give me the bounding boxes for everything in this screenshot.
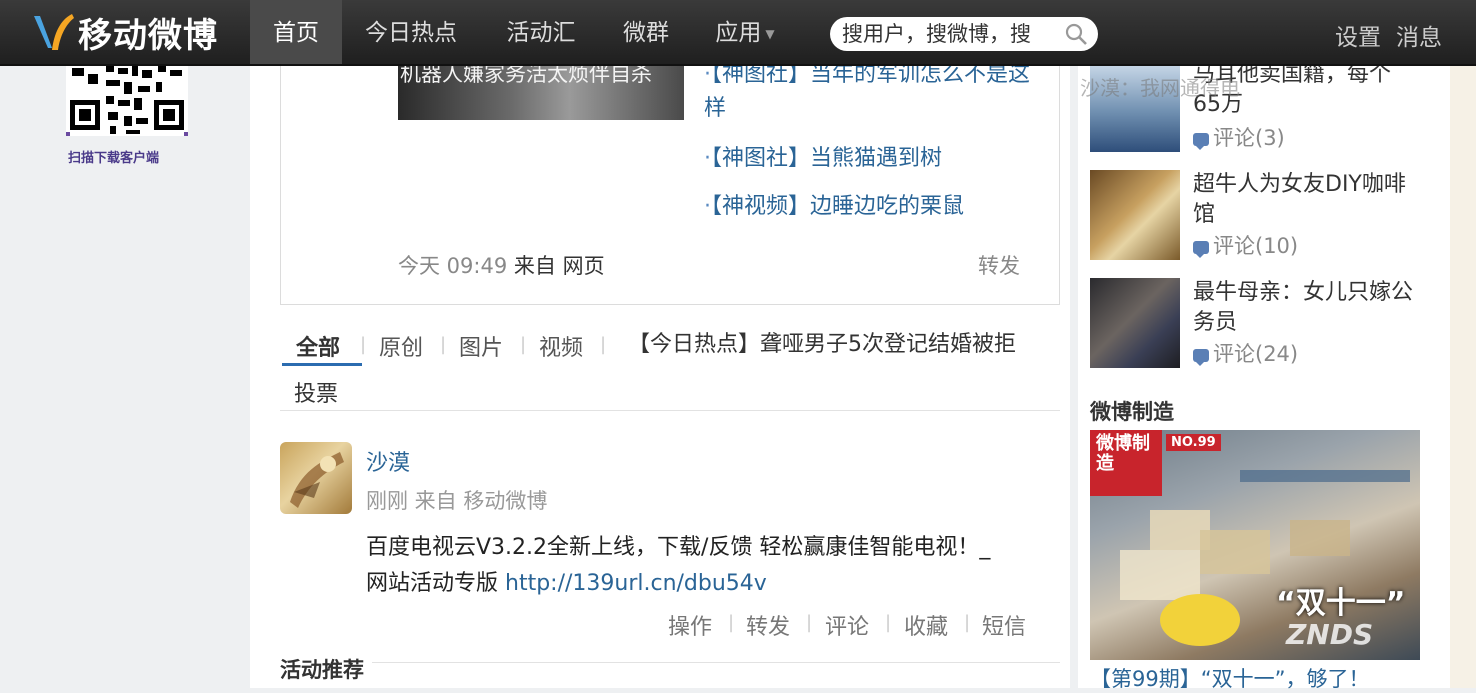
chevron-down-icon: ▼: [765, 26, 775, 41]
news-comments-count: 评论(10): [1213, 234, 1299, 258]
tab-original[interactable]: 原创: [379, 330, 423, 362]
news-comments-count: 评论(24): [1213, 342, 1299, 366]
tab-divider: |: [360, 334, 367, 355]
page-edge: [1450, 64, 1476, 688]
qr-code-icon: [66, 60, 188, 136]
divider: [280, 662, 1060, 663]
featured-link-text: 【神视频】边睡边吃的栗鼠: [711, 194, 965, 219]
avatar-image-icon: [290, 452, 344, 508]
tab-images[interactable]: 图片: [459, 330, 503, 362]
tab-all[interactable]: 全部: [296, 330, 340, 362]
news-title[interactable]: 超牛人为女友DIY咖啡馆: [1193, 170, 1413, 230]
action-divider: |: [728, 612, 735, 633]
nav-activities[interactable]: 活动汇: [480, 0, 602, 64]
tab-divider: |: [520, 334, 527, 355]
tab-divider: |: [600, 334, 607, 355]
post-action-forward[interactable]: 转发: [746, 609, 790, 641]
nav-today-hot[interactable]: 今日热点: [342, 0, 480, 64]
news-comments-count: 评论(3): [1213, 126, 1285, 150]
section-title-activities: 活动推荐: [280, 654, 372, 684]
featured-meta: 今天 09:49 来自 网页: [398, 250, 605, 280]
comment-icon: [1193, 240, 1209, 258]
action-divider: |: [806, 612, 813, 633]
search-input[interactable]: [842, 17, 1062, 51]
post-action-operate[interactable]: 操作: [668, 609, 712, 641]
divider: [280, 410, 1060, 411]
weibo-make-image[interactable]: 微博制造 NO.99 “双十一” ZNDS: [1090, 430, 1420, 660]
post-action-favorite[interactable]: 收藏: [904, 609, 948, 641]
search-box: [830, 17, 1098, 51]
featured-link-text: 【神图社】当熊猫遇到树: [711, 146, 943, 171]
tab-divider: |: [440, 334, 447, 355]
action-divider: |: [885, 612, 892, 633]
messages-link[interactable]: 消息: [1396, 18, 1442, 52]
active-tab-indicator: [282, 363, 362, 366]
settings-link[interactable]: 设置: [1335, 18, 1381, 52]
nav-apps[interactable]: 应用 ▼: [690, 0, 800, 64]
qr-caption: 扫描下载客户端: [68, 151, 160, 166]
comment-icon: [1193, 132, 1209, 150]
watermark: ZNDS: [1286, 618, 1374, 651]
comment-icon: [1193, 348, 1209, 366]
avatar[interactable]: [280, 442, 352, 514]
featured-link-text: 【神图社】当年的军训怎么不是这样: [704, 62, 1031, 121]
image-slogan: “双十一”: [1276, 586, 1406, 621]
logo-text: 移动微博: [78, 15, 218, 56]
weibo-make-caption[interactable]: 【第99期】“双十一”，够了！: [1090, 663, 1369, 693]
featured-time: 今天 09:49: [398, 254, 508, 278]
news-thumbnail[interactable]: [1090, 170, 1180, 260]
news-comments[interactable]: 评论(24): [1193, 338, 1298, 368]
top-navigation-bar: 移动微博 首页 今日热点 活动汇 微群 应用▼ 设置 消息: [0, 0, 1476, 66]
action-divider: |: [964, 612, 971, 633]
weibo-logo-icon: [34, 14, 74, 50]
post-link[interactable]: http://139url.cn/dbu54v: [505, 571, 767, 596]
featured-source: 来自 网页: [513, 254, 605, 278]
featured-link[interactable]: ·【神图社】当熊猫遇到树: [704, 142, 942, 176]
section-title-weibo-make: 微博制造: [1090, 400, 1174, 424]
post-content: 百度电视云V3.2.2全新上线，下载/反馈 轻松赢康佳智能电视！_网站活动专版 …: [366, 530, 1006, 602]
tab-vote[interactable]: 投票: [294, 376, 338, 408]
featured-forward-button[interactable]: 转发: [978, 250, 1020, 280]
post-action-comment[interactable]: 评论: [825, 609, 869, 641]
post-action-sms[interactable]: 短信: [982, 609, 1026, 641]
post-time-source: 刚刚 来自 移动微博: [366, 489, 548, 513]
qr-code: [66, 60, 188, 136]
nav-apps-label: 应用: [715, 20, 762, 46]
hot-news-link[interactable]: 【今日热点】聋哑男子5次登记结婚被拒: [628, 326, 1016, 358]
news-title[interactable]: 最牛母亲：女儿只嫁公务员: [1193, 278, 1413, 338]
featured-link[interactable]: ·【神图社】当年的军训怎么不是这样: [704, 58, 1034, 126]
featured-image[interactable]: 机器人嫌家务活太烦伴自杀: [398, 62, 684, 120]
nav-home[interactable]: 首页: [250, 0, 342, 64]
overlay-text: 沙漠：我网通得电: [1080, 76, 1240, 100]
tab-videos[interactable]: 视频: [539, 330, 583, 362]
nav-groups[interactable]: 微群: [602, 0, 690, 64]
post-username[interactable]: 沙漠: [366, 445, 410, 477]
news-comments[interactable]: 评论(3): [1193, 122, 1285, 152]
logo[interactable]: 移动微博: [30, 10, 218, 56]
search-icon[interactable]: [1064, 22, 1088, 46]
featured-link[interactable]: ·【神视频】边睡边吃的栗鼠: [704, 190, 964, 224]
news-thumbnail[interactable]: [1090, 278, 1180, 368]
news-comments[interactable]: 评论(10): [1193, 230, 1298, 260]
